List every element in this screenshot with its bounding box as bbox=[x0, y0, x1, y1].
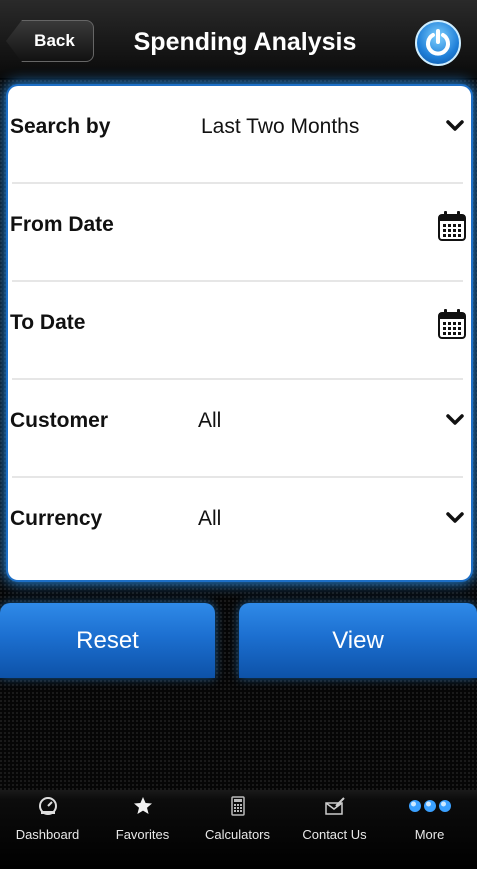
nav-bar: Back Spending Analysis bbox=[0, 0, 477, 79]
power-icon bbox=[426, 29, 450, 56]
app-screen: Back Spending Analysis Search by Last Tw… bbox=[0, 0, 477, 869]
reset-button[interactable]: Reset bbox=[0, 603, 215, 678]
customer-select[interactable]: All bbox=[198, 380, 221, 478]
back-button-label: Back bbox=[34, 31, 75, 50]
reset-button-label: Reset bbox=[76, 626, 139, 654]
search-by-label: Search by bbox=[10, 115, 111, 138]
search-form: Search by Last Two Months From Date To D… bbox=[8, 86, 471, 580]
from-date-row[interactable]: From Date bbox=[8, 184, 471, 282]
tab-label: Contact Us bbox=[302, 827, 367, 842]
currency-label: Currency bbox=[10, 507, 103, 530]
from-date-label: From Date bbox=[10, 213, 114, 236]
chevron-down-icon[interactable] bbox=[445, 116, 465, 136]
page-title: Spending Analysis bbox=[133, 28, 357, 56]
tab-favorites[interactable]: Favorites bbox=[95, 790, 190, 869]
chevron-down-icon[interactable] bbox=[445, 410, 465, 430]
tab-contact-us[interactable]: Contact Us bbox=[287, 790, 382, 869]
power-button[interactable] bbox=[415, 20, 461, 66]
tab-label: Favorites bbox=[115, 827, 170, 842]
tab-bar: Dashboard Favorites Calculators Contact … bbox=[0, 790, 477, 869]
tab-label: Dashboard bbox=[15, 827, 80, 842]
currency-row[interactable]: Currency All bbox=[8, 478, 471, 576]
dashboard-icon bbox=[38, 797, 57, 815]
mail-edit-icon bbox=[324, 797, 345, 815]
customer-label: Customer bbox=[10, 409, 109, 432]
view-button-label: View bbox=[332, 626, 384, 654]
back-button[interactable]: Back bbox=[6, 20, 94, 62]
tab-calculators[interactable]: Calculators bbox=[190, 790, 285, 869]
to-date-row[interactable]: To Date bbox=[8, 282, 471, 380]
view-button[interactable]: View bbox=[239, 603, 477, 678]
more-dots-icon bbox=[408, 800, 451, 812]
customer-row[interactable]: Customer All bbox=[8, 380, 471, 478]
calendar-icon[interactable] bbox=[437, 308, 467, 340]
search-by-row[interactable]: Search by Last Two Months bbox=[8, 86, 471, 184]
tab-more[interactable]: More bbox=[382, 790, 477, 869]
chevron-down-icon[interactable] bbox=[445, 508, 465, 528]
tab-label: Calculators bbox=[204, 827, 271, 842]
star-icon bbox=[133, 797, 152, 814]
calculator-icon bbox=[230, 796, 245, 816]
to-date-label: To Date bbox=[10, 311, 86, 334]
tab-dashboard[interactable]: Dashboard bbox=[0, 790, 95, 869]
search-by-select[interactable]: Last Two Months bbox=[201, 86, 359, 184]
currency-select[interactable]: All bbox=[198, 478, 221, 576]
tab-label: More bbox=[414, 827, 445, 842]
calendar-icon[interactable] bbox=[437, 210, 467, 242]
